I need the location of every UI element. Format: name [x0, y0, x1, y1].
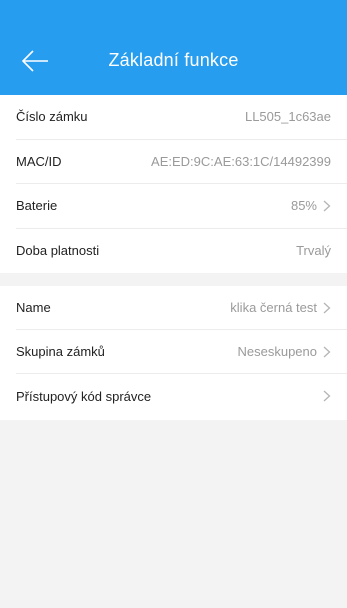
battery-label: Baterie	[16, 198, 58, 214]
row-mac-id: MAC/ID AE:ED:9C:AE:63:1C/14492399	[16, 140, 347, 184]
row-battery[interactable]: Baterie 85%	[16, 184, 347, 229]
battery-value: 85%	[290, 198, 317, 214]
name-label: Name	[16, 300, 51, 315]
chevron-right-icon	[323, 390, 331, 402]
lock-number-value: LL505_1c63ae	[244, 109, 331, 125]
chevron-right-icon	[323, 302, 331, 314]
row-admin-passcode[interactable]: Přístupový kód správce	[16, 374, 347, 418]
mac-id-value: AE:ED:9C:AE:63:1C/14492399	[151, 153, 331, 169]
mac-id-label: MAC/ID	[16, 153, 62, 169]
lock-number-label: Číslo zámku	[16, 109, 88, 125]
row-lock-group[interactable]: Skupina zámků Neseskupeno	[16, 330, 347, 374]
row-name[interactable]: Name klika černá test	[16, 286, 347, 330]
validity-value: Trvalý	[296, 243, 331, 259]
lock-group-value: Neseskupeno	[237, 344, 318, 359]
lock-settings-section: Name klika černá test Skupina zámků Nese…	[0, 286, 347, 420]
validity-label: Doba platnosti	[16, 243, 100, 259]
admin-passcode-label: Přístupový kód správce	[16, 388, 152, 404]
chevron-right-icon	[323, 346, 331, 358]
row-lock-number: Číslo zámku LL505_1c63ae	[16, 95, 347, 140]
page-title: Základní funkce	[108, 50, 239, 70]
name-value: klika černá test	[230, 300, 317, 315]
chevron-right-icon	[323, 200, 331, 212]
lock-group-label: Skupina zámků	[16, 344, 105, 359]
lock-info-section: Číslo zámku LL505_1c63ae MAC/ID AE:ED:9C…	[0, 95, 347, 273]
app-header: Základní funkce	[0, 0, 347, 95]
row-validity: Doba platnosti Trvalý	[16, 229, 347, 274]
